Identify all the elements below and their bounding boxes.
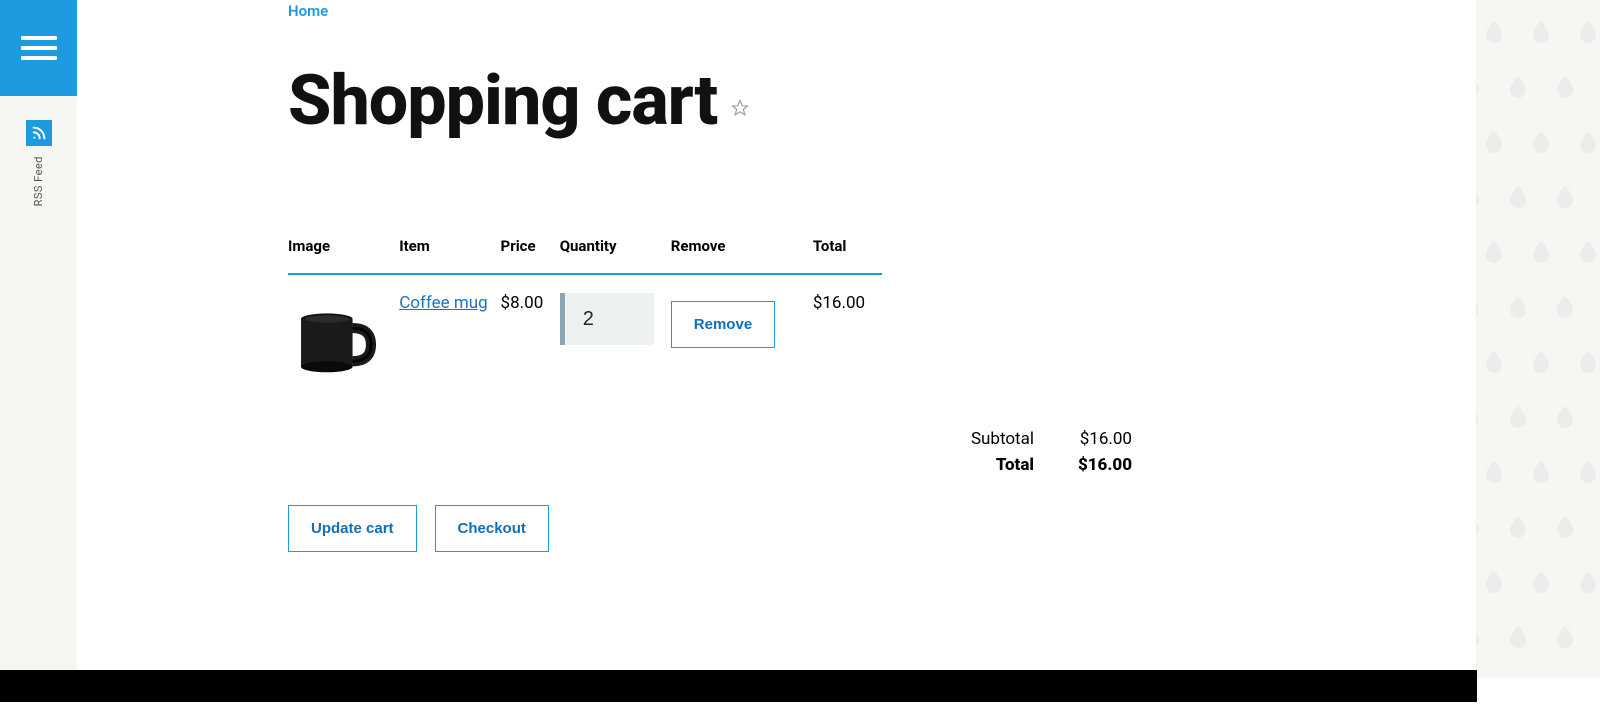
- cart-actions: Update cart Checkout: [288, 505, 1188, 552]
- star-icon[interactable]: [731, 99, 749, 122]
- decorative-pattern: [1476, 0, 1600, 678]
- item-price: $8.00: [501, 274, 560, 389]
- table-row: Coffee mug $8.00 Remove $16.00: [288, 274, 882, 389]
- breadcrumb: Home: [288, 0, 1188, 20]
- th-total: Total: [813, 237, 882, 274]
- totals: Subtotal $16.00 Total $16.00: [288, 429, 1132, 475]
- rss-icon[interactable]: [26, 120, 52, 146]
- th-quantity: Quantity: [560, 237, 671, 274]
- th-price: Price: [501, 237, 560, 274]
- item-total: $16.00: [813, 274, 882, 389]
- cart-table: Image Item Price Quantity Remove Total: [288, 237, 882, 389]
- product-image: [288, 293, 384, 389]
- update-cart-button[interactable]: Update cart: [288, 505, 417, 552]
- footer-bar: [0, 670, 1477, 702]
- rss-label: RSS Feed: [32, 156, 45, 206]
- hamburger-icon: [21, 36, 57, 60]
- total-label: Total: [996, 455, 1034, 475]
- quantity-input[interactable]: [560, 293, 654, 345]
- remove-button[interactable]: Remove: [671, 301, 775, 348]
- checkout-button[interactable]: Checkout: [435, 505, 549, 552]
- sidebar: RSS Feed: [0, 0, 77, 678]
- total-value: $16.00: [1062, 455, 1132, 475]
- th-image: Image: [288, 237, 399, 274]
- menu-button[interactable]: [0, 0, 77, 96]
- rss-block: RSS Feed: [0, 120, 77, 206]
- subtotal-value: $16.00: [1062, 429, 1132, 449]
- th-item: Item: [399, 237, 500, 274]
- main-content: Home Shopping cart Image Item Price Quan…: [288, 0, 1188, 552]
- page-title: Shopping cart: [288, 60, 717, 142]
- subtotal-label: Subtotal: [971, 429, 1034, 449]
- bottom-gap: [0, 702, 1600, 723]
- item-link[interactable]: Coffee mug: [399, 293, 487, 313]
- th-remove: Remove: [671, 237, 813, 274]
- breadcrumb-home[interactable]: Home: [288, 2, 328, 20]
